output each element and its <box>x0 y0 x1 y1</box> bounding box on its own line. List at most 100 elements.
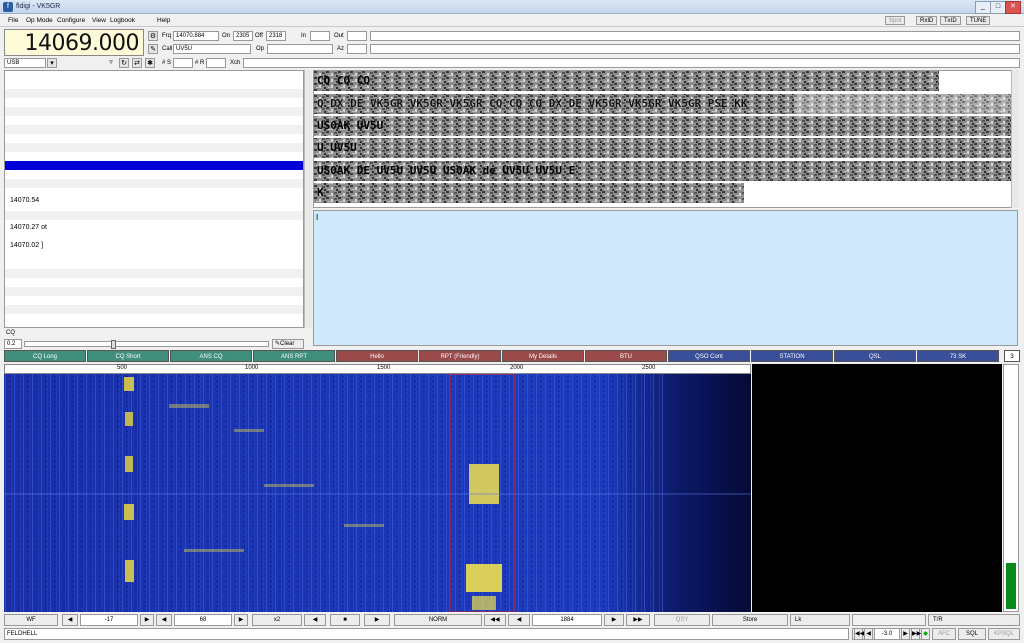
menu-help[interactable]: Help <box>157 17 170 24</box>
exchange-field[interactable] <box>243 58 1020 68</box>
call-field[interactable]: UV5U <box>173 44 251 54</box>
tr-button[interactable]: T/R <box>928 614 1020 626</box>
carrier-up[interactable]: ▶ <box>604 614 624 626</box>
zoom-button[interactable]: x2 <box>252 614 302 626</box>
macro-ans-rpt[interactable]: ANS RPT <box>253 350 335 362</box>
menu-configure[interactable]: Configure <box>57 17 85 24</box>
waterfall-display[interactable] <box>4 373 751 613</box>
browser-row[interactable]: 14070.27 ot <box>5 224 303 233</box>
carrier-down[interactable]: ◀ <box>508 614 530 626</box>
notes-field[interactable] <box>370 31 1020 41</box>
kpsql-button[interactable]: KPSQL <box>988 628 1020 640</box>
macro-my-details[interactable]: My Details <box>502 350 584 362</box>
macro-rpt-friendly[interactable]: RPT (Friendly) <box>419 350 501 362</box>
browser-row-text: 14070.54 <box>10 197 40 204</box>
swap-icon[interactable]: ⇄ <box>132 58 142 68</box>
serial-rcvd-field[interactable] <box>206 58 226 68</box>
macro-73-sk[interactable]: 73 SK <box>917 350 999 362</box>
wf-mode-button[interactable]: WF <box>4 614 58 626</box>
signal-browser[interactable]: 14070.54 14070.27 ot 14070.02 ] <box>4 70 304 328</box>
store-button[interactable]: Store <box>712 614 788 626</box>
serial-sent-field[interactable] <box>173 58 193 68</box>
frequency-display[interactable]: 14069.000 <box>4 29 144 56</box>
rx-line: CQ CQ CQ <box>317 74 370 87</box>
macro-cq-short[interactable]: CQ Short <box>87 350 169 362</box>
time-off-field[interactable]: 2318 <box>266 31 286 41</box>
browser-row <box>5 269 303 278</box>
maximize-button[interactable]: □ <box>990 1 1006 14</box>
sql-button[interactable]: SQL <box>958 628 986 640</box>
carrier-fast-down[interactable]: ◀◀ <box>484 614 506 626</box>
squelch-slider[interactable] <box>24 340 269 349</box>
browser-row[interactable]: 14070.02 ] <box>5 242 303 251</box>
ref-level-down[interactable]: ◀ <box>62 614 78 626</box>
rxid-button[interactable]: RxID <box>916 16 938 25</box>
offset-field[interactable]: -3.0 <box>874 628 900 640</box>
browser-row-selected[interactable] <box>5 161 303 170</box>
close-button[interactable]: ✕ <box>1005 1 1021 14</box>
signal-level-meter <box>1003 364 1019 612</box>
signal-level-fill <box>1006 563 1016 609</box>
offset-up[interactable]: ▶ <box>901 628 910 640</box>
speed-button[interactable]: NORM <box>394 614 482 626</box>
macro-qso-cont[interactable]: QSO Cont <box>668 350 750 362</box>
macro-hello[interactable]: Hello <box>336 350 418 362</box>
mode-select[interactable]: USB <box>4 58 46 68</box>
bookmark-icon[interactable]: ⚙ <box>148 31 158 41</box>
spot-button[interactable]: Spot <box>885 16 906 25</box>
lock-toggle[interactable]: Lk <box>790 614 850 626</box>
lookup-icon[interactable]: ✎ <box>148 44 158 54</box>
clear-button[interactable]: ✎Clear <box>272 339 304 349</box>
ref-level-field[interactable]: -17 <box>80 614 138 626</box>
txid-button[interactable]: TxID <box>940 16 961 25</box>
tune-button[interactable]: TUNE <box>966 16 991 25</box>
browser-row[interactable]: 14070.54 <box>5 197 303 206</box>
carrier-fast-up[interactable]: ▶▶ <box>626 614 650 626</box>
carrier-field[interactable]: 1884 <box>532 614 602 626</box>
receive-text-panel[interactable]: CQ CQ CQ Q DX DE VK5GR VK5GR VK5GR CQ CQ… <box>313 70 1018 208</box>
rx-scrollbar[interactable] <box>1011 70 1019 208</box>
menu-file[interactable]: File <box>8 17 18 24</box>
macro-btu[interactable]: BTU <box>585 350 667 362</box>
menu-logbook[interactable]: Logbook <box>110 17 135 24</box>
macro-set-button[interactable]: 3 <box>1004 350 1020 362</box>
filter-icon[interactable]: ▿ <box>106 58 116 68</box>
rst-in-field[interactable] <box>310 31 330 41</box>
macro-cq-long[interactable]: CQ Long <box>4 350 86 362</box>
offset-down[interactable]: ◀ <box>864 628 873 640</box>
transmit-text-panel[interactable]: I <box>313 210 1018 346</box>
afc-button[interactable]: AFC <box>932 628 956 640</box>
qsy-button[interactable]: QSY <box>654 614 710 626</box>
waterfall-controls: WF ◀ -17 ▶ ◀ 68 ▶ x2 ◀ ■ ▶ NORM ◀◀ ◀ 188… <box>4 614 1020 626</box>
qth-field[interactable] <box>370 44 1020 54</box>
wf-left-button[interactable]: ◀ <box>304 614 326 626</box>
clear-log-icon[interactable]: ✱ <box>145 58 155 68</box>
macro-station[interactable]: STATION <box>751 350 833 362</box>
wf-right-button[interactable]: ▶ <box>364 614 390 626</box>
rev-toggle[interactable] <box>852 614 926 626</box>
range-up[interactable]: ▶ <box>234 614 248 626</box>
browser-scrollbar[interactable] <box>304 70 312 328</box>
ref-level-up[interactable]: ▶ <box>140 614 154 626</box>
menu-view[interactable]: View <box>92 17 106 24</box>
macro-ans-cq[interactable]: ANS CQ <box>170 350 252 362</box>
range-down[interactable]: ◀ <box>156 614 172 626</box>
menu-op-mode[interactable]: Op Mode <box>26 17 53 24</box>
squelch-value[interactable]: 0.2 <box>4 339 22 349</box>
browser-row <box>5 287 303 296</box>
azimuth-field[interactable] <box>347 44 367 54</box>
macro-qsl[interactable]: QSL <box>834 350 916 362</box>
rst-out-field[interactable] <box>347 31 367 41</box>
pause-button[interactable]: ■ <box>330 614 360 626</box>
frq-field[interactable]: 14070.884 <box>173 31 219 41</box>
mode-dropdown-icon[interactable]: ▾ <box>47 58 57 68</box>
offset-fast-up[interactable]: ▶▶ <box>911 628 921 640</box>
offset-fast-down[interactable]: ◀◀ <box>854 628 864 640</box>
slider-handle[interactable] <box>111 340 116 349</box>
refresh-icon[interactable]: ↻ <box>119 58 129 68</box>
minimize-button[interactable]: _ <box>975 1 991 14</box>
frequency-ruler[interactable]: 500 1000 1500 2000 2500 <box>4 364 751 374</box>
time-on-field[interactable]: 2305 <box>233 31 253 41</box>
range-field[interactable]: 68 <box>174 614 232 626</box>
operator-field[interactable] <box>267 44 333 54</box>
